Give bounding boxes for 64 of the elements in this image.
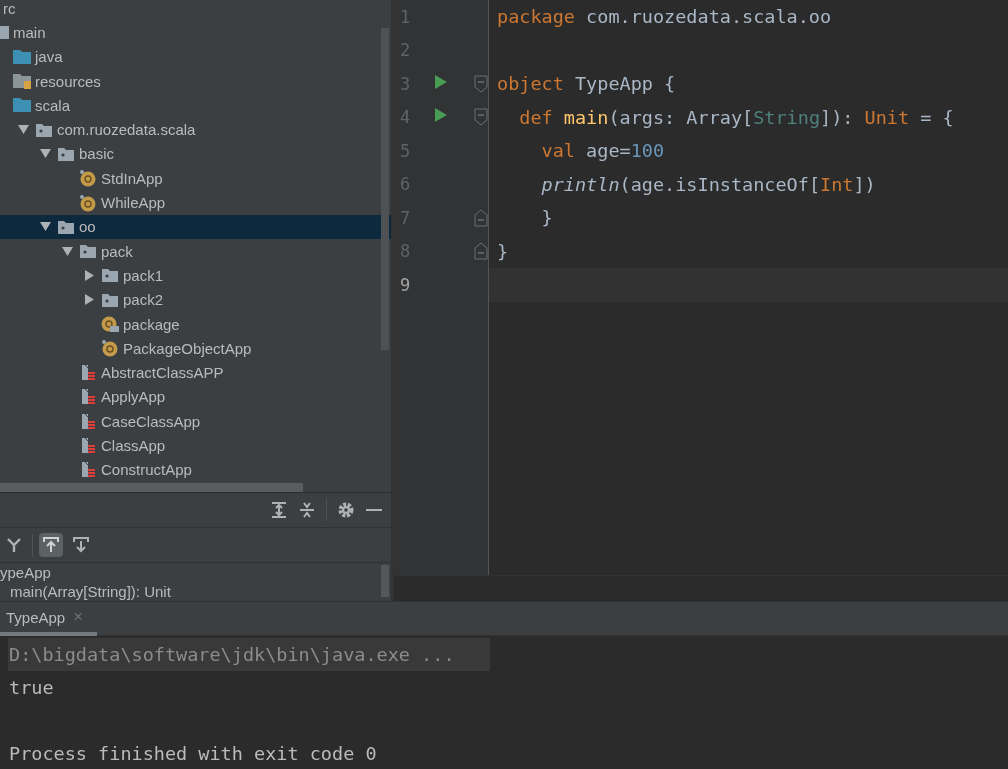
tree-item[interactable]: resources	[0, 68, 391, 94]
run-icon[interactable]	[434, 107, 448, 124]
code-line: }	[496, 240, 509, 262]
structure-item[interactable]: main(Array[String]): Unit	[0, 582, 391, 601]
fold-marker-icon[interactable]	[474, 74, 488, 93]
collapse-all-icon[interactable]	[298, 501, 316, 519]
code-line: package com.ruozedata.scala.oo	[496, 6, 832, 28]
tree-item[interactable]: oo	[0, 214, 391, 239]
scrollbar-thumb[interactable]	[0, 483, 303, 492]
code-line: object TypeApp {	[496, 73, 676, 95]
scala-object-icon	[100, 339, 120, 358]
tree-item[interactable]: WhileApp	[0, 190, 391, 215]
package-icon	[78, 242, 98, 261]
tree-item[interactable]: basic	[0, 141, 391, 167]
tree-item[interactable]: pack1	[0, 263, 391, 288]
scala-class-icon	[81, 437, 96, 454]
code-line: }	[540, 207, 553, 229]
tree-item[interactable]: ClassApp	[0, 433, 391, 458]
tree-item[interactable]: main	[0, 20, 391, 45]
package-object-icon	[100, 315, 120, 333]
structure-item[interactable]: ypeApp	[0, 563, 391, 582]
expanded-arrow-icon[interactable]	[61, 245, 73, 257]
fold-marker-icon[interactable]	[474, 108, 488, 127]
collapsed-arrow-icon[interactable]	[83, 294, 95, 306]
tree-item[interactable]: rc	[0, 0, 391, 21]
expanded-arrow-icon[interactable]	[17, 124, 29, 136]
folder-icon	[12, 96, 32, 115]
tree-item[interactable]: AbstractClassAPP	[0, 360, 391, 385]
tree-item[interactable]: ApplyApp	[0, 384, 391, 410]
console-line: Process finished with exit code 0	[8, 742, 378, 766]
fold-marker-icon[interactable]	[474, 208, 488, 227]
settings-icon[interactable]	[337, 501, 355, 519]
scrollbar-thumb[interactable]	[381, 565, 389, 597]
scrollbar-thumb[interactable]	[381, 28, 389, 350]
tree-item[interactable]: ConstructApp	[0, 457, 391, 482]
tree-item[interactable]: pack	[0, 238, 391, 264]
tree-item[interactable]: StdInApp	[0, 166, 391, 191]
resources-folder-icon	[12, 72, 32, 91]
line-number: 9	[399, 274, 412, 295]
expanded-arrow-icon[interactable]	[39, 148, 51, 160]
tree-item[interactable]: PackageObjectApp	[0, 336, 391, 361]
scala-class-icon	[81, 412, 96, 430]
expanded-arrow-icon[interactable]	[39, 221, 51, 233]
fold-marker-icon[interactable]	[474, 242, 488, 261]
tree-item[interactable]: pack2	[0, 287, 391, 312]
tree-item[interactable]: scala	[0, 93, 391, 118]
tree-item[interactable]: CaseClassApp	[0, 409, 391, 434]
scala-class-icon	[81, 388, 96, 406]
tree-item[interactable]: java	[0, 44, 391, 69]
folder-icon	[12, 47, 32, 66]
code-line: val age=100	[540, 140, 665, 162]
code-line: println(age.isInstanceOf[Int])	[540, 173, 876, 195]
collapsed-arrow-icon[interactable]	[83, 269, 95, 281]
console-line: true	[8, 676, 55, 700]
run-icon[interactable]	[434, 73, 448, 90]
tree-item[interactable]: com.ruozedata.scala	[0, 117, 391, 142]
package-icon	[100, 266, 120, 285]
scala-object-icon	[78, 169, 98, 188]
scala-object-icon	[78, 193, 98, 212]
scala-class-icon	[81, 461, 96, 479]
code-line: def main(args: Array[String]): Unit = {	[518, 106, 954, 128]
scala-class-icon	[81, 364, 96, 382]
expand-all-icon[interactable]	[270, 501, 288, 519]
tree-item[interactable]: package	[0, 311, 391, 337]
